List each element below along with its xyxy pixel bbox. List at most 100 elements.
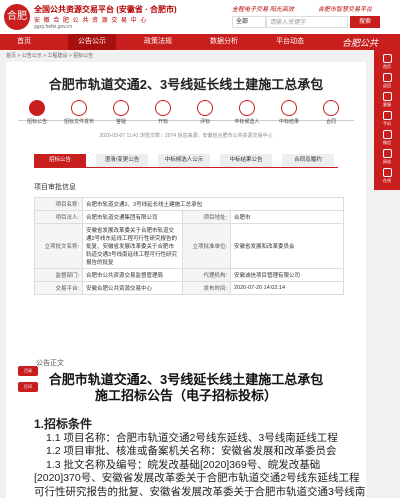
search-input[interactable]: 请输入关键字 [266, 16, 348, 28]
page-title: 合肥市轨道交通2、3号线延长线土建施工总承包 [48, 77, 324, 92]
step-3[interactable]: 答疑 [106, 100, 136, 125]
step-dot [155, 100, 171, 116]
tab-tender-notice[interactable]: 招标公告 [34, 154, 86, 167]
body-paragraph: 1.2 项目审批、核准或备案机关名称：安徽省发展和改革委员会 [46, 445, 337, 457]
page: 合肥 全国公共资源交易平台 (安徽省 · 合肥市) 安 徽 合 肥 公 共 资 … [0, 0, 400, 498]
table-key: 立项批文名称: [34, 223, 83, 269]
site-url: ggzy.hefei.gov.cn [34, 24, 73, 30]
search-scope-select[interactable]: 全部 [232, 16, 266, 28]
step-5[interactable]: 评标 [190, 100, 220, 125]
search-button[interactable]: 搜索 [350, 16, 380, 28]
step-7[interactable]: 中标结果 [274, 100, 304, 125]
table-key: 代理机构: [182, 268, 231, 282]
step-dot [113, 100, 129, 116]
step-label: 开标 [157, 119, 168, 125]
step-dot [239, 100, 255, 116]
step-dot [71, 100, 87, 116]
float-mobile-button[interactable]: 手机 [374, 111, 400, 127]
float-label: 在线 [383, 178, 391, 183]
floating-toolbar: 首页 返回 客服 手机 微信 网站 在线 [374, 50, 400, 190]
table-row: 项目名称: 合肥市轨道交通2、3号线延长线土建施工总承包 [34, 197, 344, 211]
float-label: 手机 [383, 121, 391, 126]
tab-clarification[interactable]: 澄清/变更公告 [96, 154, 148, 167]
nav-item-announcements[interactable]: 公告公示 [68, 34, 116, 50]
table-key: 项目名称: [34, 197, 83, 211]
step-dot [29, 100, 45, 116]
float-back-button[interactable]: 返回 [374, 73, 400, 89]
project-info-table: 项目名称: 合肥市轨道交通2、3号线延长线土建施工总承包 项目法人: 合肥市轨道… [34, 197, 344, 295]
step-label: 合同 [325, 119, 336, 125]
chat-icon [382, 168, 392, 177]
table-value: 合肥市 [230, 210, 344, 224]
table-row: 立项批文名称: 安徽省发展改革委关于合肥市轨道交通2号线东延线工程可行性研究报告… [34, 223, 344, 269]
float-label: 客服 [383, 102, 391, 107]
table-key: 项目法人: [34, 210, 83, 224]
tab-candidates[interactable]: 中标候选人公示 [158, 154, 210, 167]
nav-brand: 合肥公共 [342, 39, 379, 49]
float-site-button[interactable]: 网站 [374, 149, 400, 165]
home-icon [382, 54, 392, 63]
step-label: 中标候选人 [234, 119, 260, 125]
float-label: 网站 [383, 159, 391, 164]
main-nav: 首页 公告公示 政策法规 数据分析 平台动态 合肥公共 [0, 34, 400, 50]
step-4[interactable]: 开标 [148, 100, 178, 125]
back-icon [382, 73, 392, 82]
step-label: 招标文件发布 [64, 119, 95, 125]
step-8[interactable]: 合同 [316, 100, 346, 125]
table-value: 合肥市公共资源交易监督管理局 [82, 268, 183, 282]
step-label: 招标公告 [26, 119, 47, 125]
section-header: 项目审批信息 [34, 184, 76, 191]
table-value: 2020-07-20 14:02:14 [230, 281, 344, 295]
step-2[interactable]: 招标文件发布 [64, 100, 94, 125]
float-label: 微信 [383, 140, 391, 145]
table-value: 合肥市轨道交通2、3号线延长线土建施工总承包 [82, 197, 344, 211]
notice-label: 公告正文 [36, 360, 64, 367]
tab-bar: 招标公告 澄清/变更公告 中标候选人公示 中标结果公告 合同及履约 [34, 154, 338, 168]
float-label: 返回 [383, 83, 391, 88]
table-value: 合肥市轨道交通集团有限公司 [82, 210, 183, 224]
nav-item-news[interactable]: 平台动态 [266, 34, 314, 50]
float-label: 首页 [383, 64, 391, 69]
step-1[interactable]: 招标公告 [22, 100, 52, 125]
nav-item-home[interactable]: 首页 [0, 34, 48, 50]
float-online-button[interactable]: 在线 [374, 168, 400, 184]
tab-contract[interactable]: 合同及履约 [282, 154, 334, 167]
step-dot [281, 100, 297, 116]
article-meta: 2020-03-07 11:41 浏览次数：2974 信息来源：安徽省合肥市公共… [99, 133, 273, 139]
toc-button[interactable]: 目录 [18, 366, 38, 376]
float-service-button[interactable]: 客服 [374, 92, 400, 108]
table-key: 项目地址: [182, 210, 231, 224]
tab-result[interactable]: 中标结果公告 [220, 154, 272, 167]
float-wechat-button[interactable]: 微信 [374, 130, 400, 146]
table-row: 监督部门: 合肥市公共资源交易监督管理局 代理机构: 安徽诚信项目管理有限公司 [34, 268, 344, 282]
breadcrumb[interactable]: 首页 > 公告公示 > 工程建设 > 招标公告 [0, 50, 400, 62]
table-key: 立项批准单位: [182, 223, 231, 269]
step-dot [197, 100, 213, 116]
wechat-icon [382, 130, 392, 139]
notice-title-line: 施工招标公告（电子招标投标） [94, 388, 277, 403]
table-key: 发布时间: [182, 281, 231, 295]
table-value: 安徽诚信项目管理有限公司 [230, 268, 344, 282]
notice-title-line: 合肥市轨道交通2、3号线延长线土建施工总承包 [48, 372, 324, 387]
notice-body: 1.招标条件 1.1 项目名称：合肥市轨道交通2号线东延线、3号线南延线工程 1… [34, 417, 366, 498]
step-6[interactable]: 中标候选人 [232, 100, 262, 125]
nav-item-policies[interactable]: 政策法规 [134, 34, 182, 50]
table-key: 交易平台: [34, 281, 83, 295]
site-subtitle: 安 徽 合 肥 公 共 资 源 交 易 中 心 [34, 18, 148, 24]
content-card: 合肥市轨道交通2、3号线延长线土建施工总承包 招标公告 招标文件发布 答疑 开标… [6, 62, 366, 498]
body-paragraph: 1.3 批文名称及编号：皖发改基础[2020]369号、皖发改基础[2020]3… [34, 458, 366, 498]
slogan-left: 全程电子交易 阳光高效 [232, 6, 294, 13]
step-dot [323, 100, 339, 116]
nav-item-data[interactable]: 数据分析 [200, 34, 248, 50]
table-row: 交易平台: 安徽合肥公共资源交易中心 发布时间: 2020-07-20 14:0… [34, 281, 344, 295]
table-key: 监督部门: [34, 268, 83, 282]
headset-icon [382, 92, 392, 101]
float-home-button[interactable]: 首页 [374, 54, 400, 70]
slogan-right: 合肥市智慧交易平台 [318, 6, 373, 13]
body-heading: 1.招标条件 [34, 417, 93, 431]
site-header: 合肥 全国公共资源交易平台 (安徽省 · 合肥市) 安 徽 合 肥 公 共 资 … [0, 0, 400, 34]
globe-icon [382, 149, 392, 158]
site-title: 全国公共资源交易平台 (安徽省 · 合肥市) [34, 5, 177, 14]
site-logo[interactable]: 合肥 [4, 4, 30, 30]
print-button[interactable]: 打印 [18, 382, 38, 392]
